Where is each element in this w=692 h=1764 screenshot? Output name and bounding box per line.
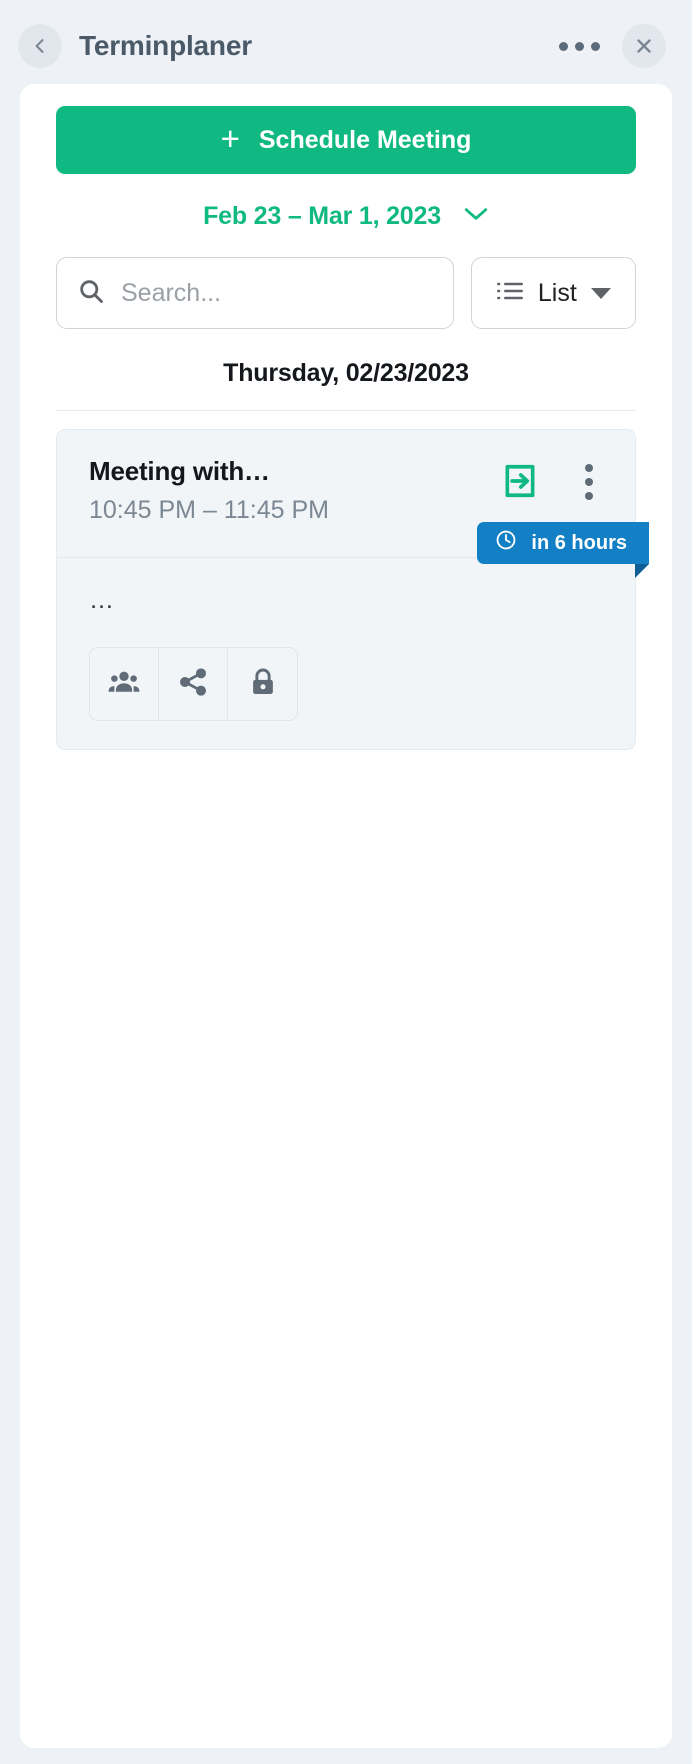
caret-down-icon [590, 287, 611, 299]
controls-row: List [56, 257, 636, 329]
more-vertical-icon [585, 478, 593, 486]
content-sheet: + Schedule Meeting Feb 23 – Mar 1, 2023 [20, 84, 672, 1748]
plus-icon: + [220, 119, 240, 157]
view-mode-label: List [537, 278, 577, 307]
clock-icon [495, 529, 517, 557]
event-more-button[interactable] [585, 464, 593, 500]
search-icon [77, 277, 105, 310]
event-time: 10:45 PM – 11:45 PM [89, 496, 329, 524]
window-titlebar: Terminplaner [0, 0, 692, 92]
date-range-selector[interactable]: Feb 23 – Mar 1, 2023 [56, 202, 636, 231]
ellipsis-icon [559, 41, 568, 51]
close-button[interactable] [622, 24, 666, 68]
lock-button[interactable] [228, 648, 297, 720]
overflow-menu-button[interactable] [559, 41, 600, 51]
status-badge: in 6 hours [477, 522, 649, 578]
login-arrow-icon [501, 464, 539, 504]
ellipsis-icon [591, 41, 600, 51]
event-action-group [89, 647, 298, 721]
app-window: Terminplaner + Schedule Meeting Feb 23 – [0, 0, 692, 1764]
schedule-meeting-label: Schedule Meeting [258, 125, 472, 154]
close-icon [633, 35, 655, 57]
view-mode-dropdown[interactable]: List [470, 257, 636, 329]
badge-tail [635, 564, 649, 578]
share-icon [177, 666, 209, 703]
more-vertical-icon [585, 464, 593, 472]
chevron-left-icon [30, 36, 50, 56]
list-icon [496, 280, 524, 307]
page-title: Terminplaner [79, 30, 252, 61]
day-header: Thursday, 02/23/2023 [223, 359, 469, 387]
ellipsis-icon [575, 41, 584, 51]
more-vertical-icon [585, 492, 593, 500]
join-meeting-button[interactable] [501, 462, 539, 500]
schedule-meeting-button[interactable]: + Schedule Meeting [56, 106, 636, 174]
event-title: Meeting with… [89, 456, 270, 486]
lock-icon [247, 666, 279, 703]
status-badge-label: in 6 hours [531, 531, 627, 554]
day-divider [56, 410, 636, 411]
event-card-body: … [57, 558, 635, 749]
chevron-down-icon [463, 206, 489, 227]
people-icon [107, 665, 141, 704]
event-description: … [89, 586, 115, 614]
search-field[interactable] [56, 257, 454, 329]
event-card[interactable]: Meeting with… 10:45 PM – 11:45 PM in 6 h… [56, 429, 649, 750]
date-range-label: Feb 23 – Mar 1, 2023 [203, 202, 441, 230]
back-button[interactable] [18, 24, 62, 68]
participants-button[interactable] [90, 648, 159, 720]
share-button[interactable] [159, 648, 228, 720]
search-input[interactable] [121, 278, 433, 308]
event-card-header: Meeting with… 10:45 PM – 11:45 PM in 6 h… [57, 430, 649, 578]
